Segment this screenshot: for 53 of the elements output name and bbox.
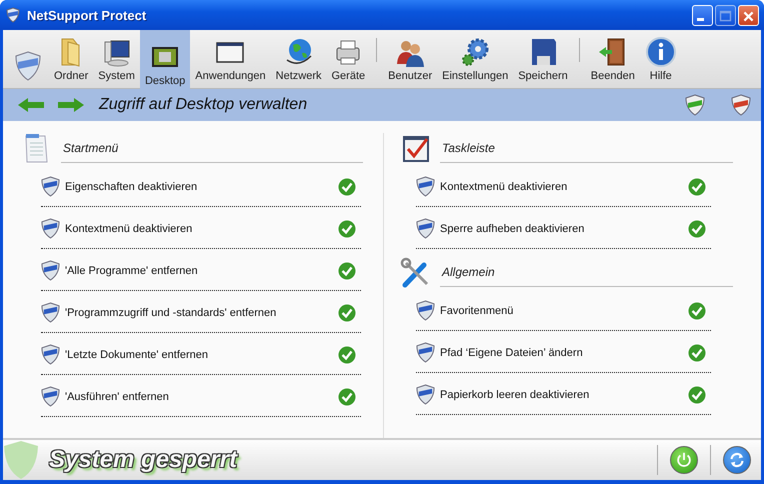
close-button[interactable] [738,4,759,26]
refresh-icon [728,451,746,469]
shield-icon [41,302,60,323]
section-title: Allgemein [440,265,733,287]
toolbar-tab[interactable]: Beenden [586,30,640,88]
setting-label: Favoritenmenü [440,304,514,316]
setting-label: 'Letzte Dokumente' entfernen [65,348,210,360]
enable-shield-button[interactable] [685,94,705,116]
shield-icon [41,218,60,239]
setting-label: 'Programmzugriff und -standards' entfernen [65,306,278,318]
minimize-button[interactable] [692,4,713,26]
shield-icon [3,440,39,480]
shield-icon [416,176,435,197]
shield-icon [41,260,60,281]
settings-icon [459,36,492,68]
shield-icon [416,300,435,321]
toolbar-tab[interactable]: Hilfe [640,30,682,88]
shield-icon [416,342,435,363]
shield-icon [416,384,435,405]
section-title: Taskleiste [440,141,733,163]
info-icon [644,36,677,68]
setting-label: Eigenschaften deaktivieren [65,180,198,192]
setting-label: Sperre aufheben deaktivieren [440,222,586,234]
setting-label: Kontextmenü deaktivieren [65,222,194,234]
maximize-button[interactable] [715,4,736,26]
toolbar-tab[interactable]: Einstellungen [437,30,514,88]
toolbar-tab[interactable]: Netzwerk [270,30,326,88]
shield-icon [41,176,60,197]
toolbar-tab[interactable]: Ordner [49,30,94,88]
toolbar-tab[interactable]: Benutzer [383,30,438,88]
minimize-icon [697,18,704,20]
disable-shield-button[interactable] [731,94,751,116]
shield-icon [416,218,435,239]
toolbar-tab[interactable]: System [93,30,140,88]
toolbar-tab[interactable]: Desktop [140,30,190,89]
toolbar-tab[interactable]: Speichern [513,30,573,88]
setting-label: Kontextmenü deaktivieren [440,180,568,192]
shield-icon [5,7,21,23]
power-icon [675,451,693,469]
page-title: Zugriff auf Desktop verwalten [99,96,308,114]
toolbar-tab[interactable]: Geräte [326,30,370,88]
shield-icon [41,344,60,365]
toolbar-tab[interactable]: Anwendungen [190,30,271,88]
power-button[interactable] [670,446,698,474]
setting-label: Pfad ‘Eigene Dateien’ ändern [440,346,584,358]
setting-label: 'Alle Programme' entfernen [65,264,199,276]
setting-label: Papierkorb leeren deaktivieren [440,388,590,400]
shield-icon [41,386,60,407]
window-title: NetSupport Protect [27,8,146,22]
section-title: Startmenü [61,141,363,163]
checkbox-icon [400,133,432,165]
setting-label: 'Ausführen' entfernen [65,390,170,402]
refresh-button[interactable] [723,446,751,474]
